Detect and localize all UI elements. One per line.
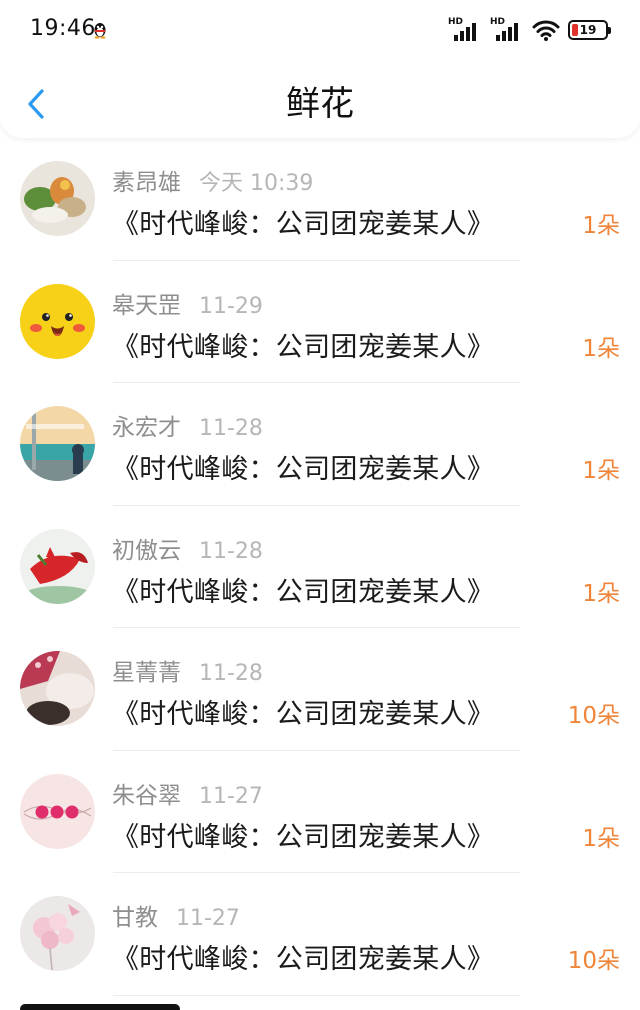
avatar-image bbox=[20, 896, 95, 971]
wifi-icon bbox=[532, 20, 560, 41]
flower-count: 1朵 bbox=[582, 213, 620, 239]
book-title[interactable]: 《时代峰峻：公司团宠姜某人》 bbox=[112, 325, 494, 364]
list-item[interactable]: 素昂雄 今天 10:39 《时代峰峻：公司团宠姜某人》 1朵 bbox=[0, 138, 640, 261]
avatar-image bbox=[20, 406, 95, 481]
book-title[interactable]: 《时代峰峻：公司团宠姜某人》 bbox=[112, 815, 494, 854]
list-item[interactable]: 永宏才 11-28 《时代峰峻：公司团宠姜某人》 1朵 bbox=[0, 383, 640, 506]
avatar-image bbox=[20, 651, 95, 726]
avatar[interactable] bbox=[20, 651, 95, 726]
home-indicator[interactable] bbox=[20, 1004, 180, 1010]
sender-name: 甘教 bbox=[112, 905, 158, 931]
sender-line: 素昂雄 今天 10:39 bbox=[112, 163, 313, 197]
battery-percent: 19 bbox=[579, 23, 597, 37]
sender-name: 初傲云 bbox=[112, 537, 181, 564]
list-item[interactable]: 甘教 11-27 《时代峰峻：公司团宠姜某人》 10朵 bbox=[0, 873, 640, 996]
qq-penguin-icon bbox=[94, 23, 106, 39]
flower-count: 1朵 bbox=[582, 335, 620, 362]
send-date: 11-28 bbox=[199, 538, 263, 564]
flower-count: 1朵 bbox=[582, 458, 620, 484]
send-date: 11-29 bbox=[199, 293, 263, 319]
battery-icon: 19 bbox=[568, 20, 611, 40]
chevron-left-icon bbox=[28, 89, 44, 119]
sender-line: 星菁菁 11-28 bbox=[112, 653, 263, 687]
sender-name: 星菁菁 bbox=[112, 660, 181, 686]
book-title[interactable]: 《时代峰峻：公司团宠姜某人》 bbox=[112, 937, 494, 976]
status-icons: HD HD 19 bbox=[448, 17, 611, 42]
avatar-image bbox=[20, 528, 95, 604]
list-item[interactable]: 初傲云 11-28 《时代峰峻：公司团宠姜某人》 1朵 bbox=[0, 506, 640, 628]
send-date: 今天 10:39 bbox=[199, 171, 314, 196]
cellular-signal-icon: HD bbox=[448, 17, 482, 41]
sender-name: 朱谷翠 bbox=[112, 782, 181, 809]
send-date: 11-27 bbox=[199, 783, 263, 809]
avatar[interactable] bbox=[20, 773, 95, 849]
list-item[interactable]: 皋天罡 11-29 《时代峰峻：公司团宠姜某人》 1朵 bbox=[0, 261, 640, 383]
sender-name: 永宏才 bbox=[112, 415, 181, 441]
flower-count: 10朵 bbox=[567, 703, 620, 729]
sender-name: 素昂雄 bbox=[112, 170, 181, 196]
sender-line: 永宏才 11-28 bbox=[112, 408, 263, 442]
avatar-image bbox=[20, 773, 95, 849]
sender-line: 朱谷翠 11-27 bbox=[112, 776, 263, 810]
flower-count: 1朵 bbox=[582, 825, 620, 852]
status-bar: 19:46 HD HD 19 bbox=[0, 0, 640, 60]
book-title[interactable]: 《时代峰峻：公司团宠姜某人》 bbox=[112, 202, 494, 241]
avatar[interactable] bbox=[20, 283, 95, 359]
flower-count: 1朵 bbox=[582, 580, 620, 607]
status-time: 19:46 bbox=[30, 16, 96, 41]
cellular-signal-icon-2: HD bbox=[490, 17, 524, 41]
list-item[interactable]: 朱谷翠 11-27 《时代峰峻：公司团宠姜某人》 1朵 bbox=[0, 751, 640, 873]
avatar[interactable] bbox=[20, 406, 95, 481]
page-title: 鲜花 bbox=[286, 84, 354, 124]
sender-line: 初傲云 11-28 bbox=[112, 531, 263, 565]
send-date: 11-28 bbox=[199, 416, 263, 441]
list-item[interactable]: 星菁菁 11-28 《时代峰峻：公司团宠姜某人》 10朵 bbox=[0, 628, 640, 751]
flower-list: 素昂雄 今天 10:39 《时代峰峻：公司团宠姜某人》 1朵 皋天罡 11-29 bbox=[0, 138, 640, 996]
avatar[interactable] bbox=[20, 896, 95, 971]
avatar[interactable] bbox=[20, 528, 95, 604]
sender-name: 皋天罡 bbox=[112, 292, 181, 319]
avatar[interactable] bbox=[20, 161, 95, 236]
avatar-image bbox=[20, 283, 95, 359]
send-date: 11-28 bbox=[199, 661, 263, 686]
back-button[interactable] bbox=[18, 82, 54, 126]
divider bbox=[113, 994, 520, 996]
book-title[interactable]: 《时代峰峻：公司团宠姜某人》 bbox=[112, 570, 494, 609]
book-title[interactable]: 《时代峰峻：公司团宠姜某人》 bbox=[112, 692, 494, 731]
app-header: 19:46 HD HD 19 鲜花 bbox=[0, 0, 640, 138]
sender-line: 甘教 11-27 bbox=[112, 898, 240, 932]
send-date: 11-27 bbox=[176, 906, 240, 931]
flower-count: 10朵 bbox=[567, 948, 620, 974]
sender-line: 皋天罡 11-29 bbox=[112, 286, 263, 320]
avatar-image bbox=[20, 161, 95, 236]
book-title[interactable]: 《时代峰峻：公司团宠姜某人》 bbox=[112, 447, 494, 486]
